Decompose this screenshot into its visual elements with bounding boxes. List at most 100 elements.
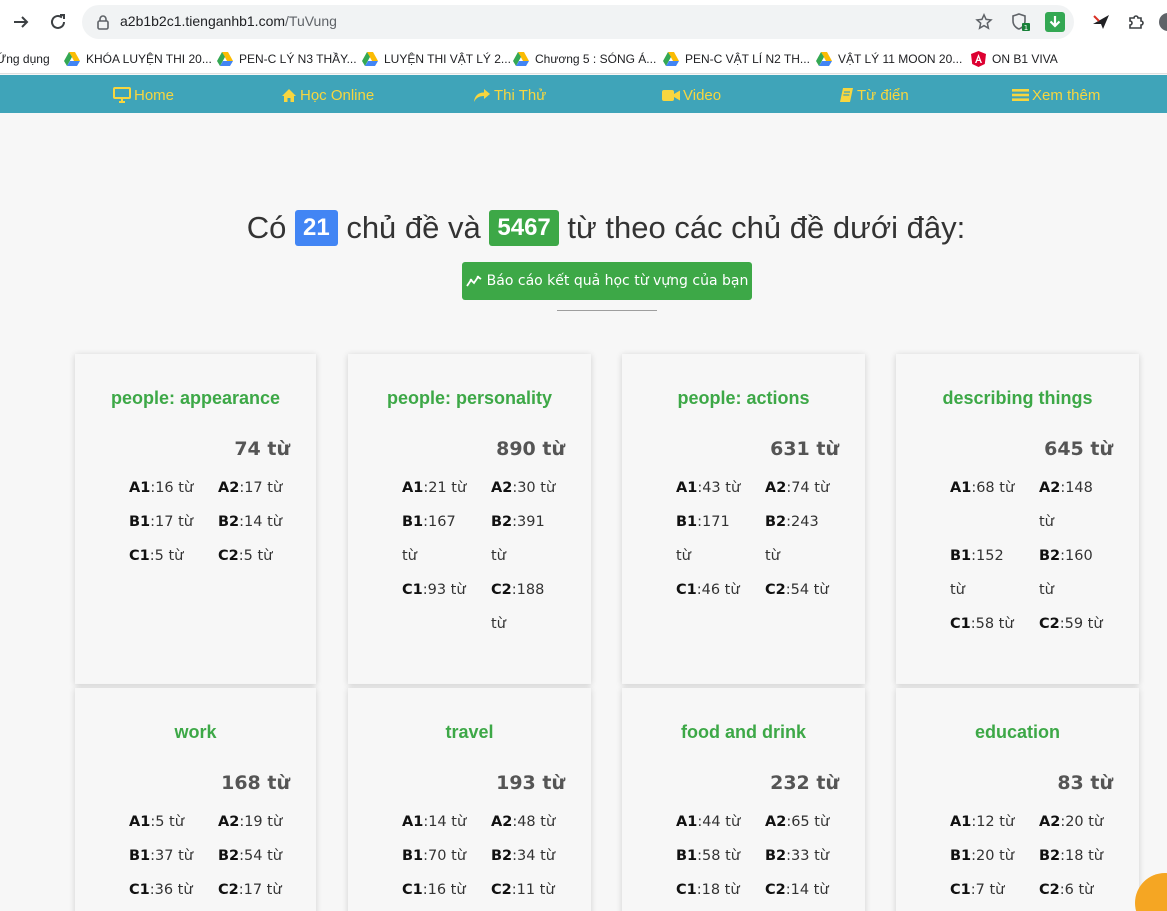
level-code: A2 <box>218 814 240 830</box>
heading-prefix: Có <box>246 210 287 245</box>
level-code: C1 <box>950 882 971 898</box>
level-count: :68 từ <box>971 480 1015 496</box>
reload-icon[interactable] <box>45 9 71 35</box>
topic-card[interactable]: food and drink 232 từ A1:44 từ A2:65 từ B1:5… <box>622 688 865 911</box>
nav-tu-dien[interactable]: Từ điển <box>839 85 909 105</box>
topic-title[interactable]: people: personality <box>348 388 591 409</box>
level-count: :59 từ <box>1059 616 1103 632</box>
level-code: A1 <box>129 814 151 830</box>
chat-bubble-button[interactable] <box>1135 873 1167 911</box>
level-a1: A1:5 từ <box>129 805 211 839</box>
bookmark-label: VẬT LÝ 11 MOON 20... <box>838 52 963 66</box>
level-count: :20 từ <box>1060 814 1104 830</box>
level-c1: C1:93 từ <box>402 573 484 607</box>
line-chart-icon <box>465 275 482 287</box>
level-code: C1 <box>676 882 697 898</box>
bookmark-item[interactable]: LUYỆN THI VẬT LÝ 2... <box>362 50 511 68</box>
plane-extension-icon[interactable] <box>1089 10 1113 34</box>
nav-xem-them[interactable]: Xem thêm <box>1012 85 1100 105</box>
google-drive-icon <box>663 52 679 66</box>
level-a2: A2:148 từ <box>1039 471 1101 539</box>
topic-word-total: 193 từ <box>496 772 565 794</box>
level-a1: A1:16 từ <box>129 471 211 505</box>
level-count: :54 từ <box>239 848 282 864</box>
forward-arrow-icon[interactable] <box>8 9 34 35</box>
heading-middle: chủ đề và <box>346 210 481 245</box>
lock-icon[interactable] <box>94 13 112 31</box>
level-code: C2 <box>218 882 239 898</box>
report-button[interactable]: Báo cáo kết quả học từ vựng của bạn <box>462 262 752 300</box>
level-code: A1 <box>950 814 972 830</box>
topic-card[interactable]: people: personality 890 từ A1:21 từ A2:30 t… <box>348 354 591 684</box>
level-a2: A2:17 từ <box>218 471 300 505</box>
level-code: C1 <box>129 548 150 564</box>
level-b2: B2:33 từ <box>765 839 847 873</box>
topic-title[interactable]: people: actions <box>622 388 865 409</box>
level-a1: A1:21 từ <box>402 471 484 505</box>
topic-card[interactable]: describing things 645 từ A1:68 từ A2:148 từ… <box>896 354 1139 684</box>
level-c2: C2:14 từ <box>765 873 847 907</box>
shield-extension-icon[interactable]: 1 <box>1010 12 1030 32</box>
topic-card[interactable]: travel 193 từ A1:14 từ A2:48 từ B1:70 từ B2:3… <box>348 688 591 911</box>
download-extension-icon[interactable] <box>1045 12 1065 32</box>
level-count: :14 từ <box>785 882 829 898</box>
level-count: :5 từ <box>149 548 184 564</box>
topic-card[interactable]: work 168 từ A1:5 từ A2:19 từ B1:37 từ B2:54 t… <box>75 688 316 911</box>
level-b2: B2:18 từ <box>1039 839 1121 873</box>
topic-card[interactable]: people: appearance 74 từ A1:16 từ A2:17 từ B… <box>75 354 316 684</box>
profile-avatar-icon[interactable] <box>1156 10 1167 34</box>
topic-title[interactable]: education <box>896 722 1139 743</box>
level-c2: C2:5 từ <box>218 539 300 573</box>
level-c2: C2:54 từ <box>765 573 847 607</box>
nav-video[interactable]: Video <box>662 85 721 105</box>
bookmark-item[interactable]: KHÓA LUYỆN THI 20... <box>64 50 212 68</box>
level-code: A1 <box>402 814 424 830</box>
bookmark-apps[interactable]: Ứng dụng <box>0 50 50 68</box>
level-code: C1 <box>402 882 423 898</box>
level-code: B1 <box>676 848 698 864</box>
topic-title[interactable]: describing things <box>896 388 1139 409</box>
level-count: :16 từ <box>422 882 466 898</box>
level-count: :37 từ <box>150 848 193 864</box>
bookmark-item[interactable]: ON B1 VIVA <box>971 50 1058 68</box>
topic-title[interactable]: work <box>75 722 316 743</box>
google-drive-icon <box>513 52 529 66</box>
address-bar[interactable]: a2b1b2c1.tienganhb1.com/TuVung 1 <box>82 5 1074 39</box>
level-code: B2 <box>218 848 240 864</box>
topic-card[interactable]: education 83 từ A1:12 từ A2:20 từ B1:20 từ B2… <box>896 688 1139 911</box>
level-count: :17 từ <box>150 514 193 530</box>
level-code: A1 <box>950 480 972 496</box>
bookmark-star-icon[interactable] <box>974 12 994 32</box>
nav-thi-thu[interactable]: Thi Thử <box>473 85 546 105</box>
url-path: /TuVung <box>285 13 337 29</box>
level-c2: C2:59 từ <box>1039 607 1121 641</box>
bookmark-item[interactable]: VẬT LÝ 11 MOON 20... <box>816 50 962 68</box>
level-b1: B1:17 từ <box>129 505 211 539</box>
level-count: :65 từ <box>786 814 830 830</box>
browser-toolbar: a2b1b2c1.tienganhb1.com/TuVung 1 <box>0 0 1167 44</box>
level-count: :16 từ <box>150 480 194 496</box>
topic-title[interactable]: people: appearance <box>75 388 316 409</box>
bookmark-item[interactable]: PEN-C VẬT LÍ N2 TH... <box>663 50 810 68</box>
topic-title[interactable]: food and drink <box>622 722 865 743</box>
video-icon <box>662 89 680 101</box>
puzzle-extensions-icon[interactable] <box>1124 10 1148 34</box>
level-c1: C1:7 từ <box>950 873 1032 907</box>
level-code: C2 <box>765 582 786 598</box>
bookmark-item[interactable]: Chương 5 : SÓNG Á... <box>513 50 656 68</box>
google-drive-icon <box>362 52 378 66</box>
level-code: B2 <box>765 848 787 864</box>
level-count: :70 từ <box>423 848 466 864</box>
level-count: :21 từ <box>423 480 467 496</box>
topic-word-total: 631 từ <box>770 438 839 460</box>
nav-hoc-online[interactable]: Học Online <box>281 85 374 105</box>
topic-title[interactable]: travel <box>348 722 591 743</box>
level-c2: C2:188 từ <box>491 573 553 641</box>
level-code: A1 <box>402 480 424 496</box>
topic-word-total: 83 từ <box>1057 772 1113 794</box>
level-a1: A1:14 từ <box>402 805 484 839</box>
bookmark-item[interactable]: PEN-C LÝ N3 THẦY... <box>217 50 357 68</box>
url-text[interactable]: a2b1b2c1.tienganhb1.com/TuVung <box>120 13 337 29</box>
topic-card[interactable]: people: actions 631 từ A1:43 từ A2:74 từ B1:… <box>622 354 865 684</box>
nav-home[interactable]: Home <box>113 85 174 105</box>
